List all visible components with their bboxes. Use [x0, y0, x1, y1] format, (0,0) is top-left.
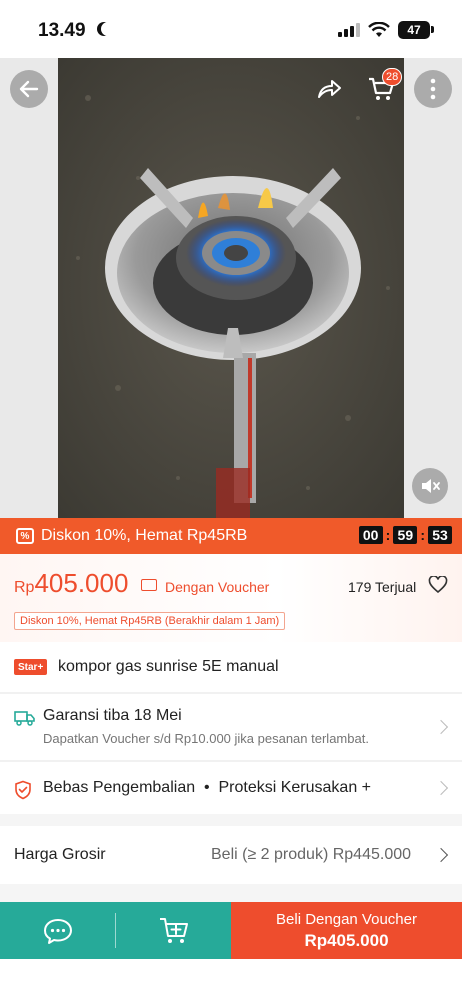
heart-icon[interactable]: [428, 576, 448, 594]
product-photo[interactable]: [58, 58, 404, 518]
speaker-muted-icon: [422, 479, 440, 493]
battery-tip: [431, 26, 434, 33]
separator: [115, 913, 116, 948]
voucher-icon: [141, 579, 157, 591]
flash-sale-text: Diskon 10%, Hemat Rp45RB: [41, 527, 248, 544]
wholesale-label: Harga Grosir: [14, 846, 106, 863]
flash-sale-bar: % Diskon 10%, Hemat Rp45RB 00 : 59 : 53: [0, 518, 462, 554]
chevron-right-icon: [433, 719, 449, 735]
add-to-cart-button[interactable]: [116, 902, 231, 959]
returns-protection-row[interactable]: Bebas Pengembalian • Proteksi Kerusakan …: [0, 762, 462, 814]
discount-tag: Diskon 10%, Hemat Rp45RB (Berakhir dalam…: [14, 612, 286, 630]
chat-icon: [44, 918, 72, 944]
star-plus-badge: Star+: [14, 659, 48, 675]
buy-button-label: Beli Dengan Voucher: [276, 910, 417, 928]
shield-icon: [15, 780, 31, 800]
status-bar: 13.49 47: [0, 0, 462, 58]
chevron-right-icon: [433, 780, 449, 796]
voucher-label: Dengan Voucher: [165, 579, 270, 595]
countdown-seconds: 53: [428, 526, 452, 544]
battery-indicator: 47: [398, 21, 430, 39]
countdown-minutes: 59: [393, 526, 418, 544]
status-time: 13.49: [38, 20, 86, 41]
product-price: Rp405.000: [14, 568, 128, 599]
buy-with-voucher-button[interactable]: Beli Dengan Voucher Rp405.000: [231, 902, 462, 959]
sold-count: 179 Terjual: [348, 579, 417, 595]
price-section: Rp405.000 Dengan Voucher 179 Terjual Dis…: [0, 554, 462, 642]
product-image-area[interactable]: 28: [0, 58, 462, 518]
wholesale-price-row[interactable]: Harga Grosir Beli (≥ 2 produk) Rp445.000: [0, 826, 462, 884]
shipping-title: Garansi tiba 18 Mei: [43, 707, 182, 724]
countdown-separator: :: [385, 527, 391, 543]
truck-icon: [14, 711, 35, 726]
countdown-separator: :: [420, 527, 425, 543]
section-gap: [0, 814, 462, 826]
add-cart-icon: [159, 917, 188, 943]
returns-text: Bebas Pengembalian • Proteksi Kerusakan …: [43, 779, 372, 796]
back-button[interactable]: [10, 70, 48, 108]
signal-icon: [338, 23, 360, 37]
chevron-right-icon: [433, 847, 449, 863]
discount-icon: %: [16, 528, 34, 544]
countdown-hours: 00: [358, 526, 383, 544]
more-options-button[interactable]: [414, 70, 452, 108]
chat-button[interactable]: [0, 902, 116, 959]
home-indicator-area: [0, 959, 462, 1000]
bottom-action-bar: Beli Dengan Voucher Rp405.000: [0, 902, 462, 959]
shipping-subtitle: Dapatkan Voucher s/d Rp10.000 jika pesan…: [43, 731, 369, 746]
mute-button[interactable]: [412, 468, 448, 504]
moon-icon: [101, 22, 115, 36]
countdown-timer: 00 : 59 : 53: [358, 526, 452, 544]
product-title: kompor gas sunrise 5E manual: [58, 658, 279, 675]
shipping-guarantee-row[interactable]: Garansi tiba 18 Mei Dapatkan Voucher s/d…: [0, 694, 462, 760]
wifi-icon: [368, 22, 390, 37]
wholesale-value: Beli (≥ 2 produk) Rp445.000: [211, 846, 412, 863]
buy-button-price: Rp405.000: [304, 930, 389, 950]
price-amount: 405.000: [34, 568, 129, 598]
stove-illustration: [58, 58, 404, 518]
price-currency: Rp: [14, 579, 35, 596]
arrow-left-icon: [19, 80, 39, 98]
share-button[interactable]: [310, 70, 348, 108]
more-vertical-icon: [430, 78, 436, 100]
share-icon: [318, 80, 341, 98]
product-title-row: Star+ kompor gas sunrise 5E manual: [0, 642, 462, 692]
section-gap: [0, 884, 462, 902]
cart-count-badge: 28: [382, 68, 403, 86]
